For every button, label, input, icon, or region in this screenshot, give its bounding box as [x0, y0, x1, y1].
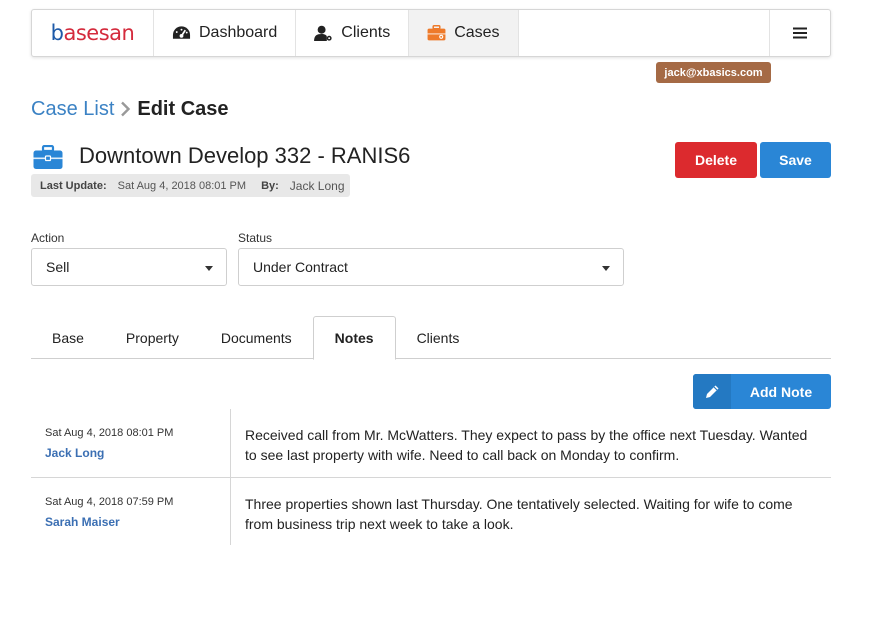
- status-label: Status: [238, 231, 273, 245]
- note-author-link[interactable]: Sarah Maiser: [45, 515, 230, 529]
- tab-clients[interactable]: Clients: [396, 316, 481, 359]
- nav-item-dashboard[interactable]: Dashboard: [153, 10, 295, 56]
- menu-button[interactable]: [769, 10, 830, 56]
- notes-list: Sat Aug 4, 2018 08:01 PM Jack Long Recei…: [31, 409, 831, 545]
- note-text: Received call from Mr. McWatters. They e…: [245, 427, 808, 463]
- chevron-right-icon: [121, 101, 131, 117]
- note-date: Sat Aug 4, 2018 08:01 PM: [45, 427, 174, 439]
- save-button[interactable]: Save: [760, 142, 831, 178]
- breadcrumb-current: Edit Case: [137, 97, 229, 120]
- case-title: Downtown Develop 332 - RANIS6: [79, 143, 411, 168]
- dashboard-gauge-icon: [172, 26, 191, 39]
- breadcrumb: Case List Edit Case: [31, 96, 229, 122]
- basesan-logo[interactable]: b asesan: [32, 10, 153, 56]
- pencil-icon: [705, 385, 718, 398]
- caret-down-icon: [602, 266, 610, 271]
- nav-label-clients: Clients: [341, 24, 391, 41]
- case-tabs: Base Property Documents Notes Clients: [31, 316, 831, 360]
- status-select-value: Under Contract: [253, 259, 348, 275]
- nav-label-dashboard: Dashboard: [199, 24, 278, 41]
- tab-base[interactable]: Base: [31, 316, 105, 359]
- last-update-value: Sat Aug 4, 2018 08:01 PM: [117, 179, 247, 192]
- action-select[interactable]: Sell: [31, 248, 227, 286]
- user-email-badge[interactable]: jack@xbasics.com: [656, 62, 771, 83]
- note-item[interactable]: Sat Aug 4, 2018 07:59 PM Sarah Maiser Th…: [31, 477, 831, 545]
- note-author-link[interactable]: Jack Long: [45, 446, 230, 460]
- tab-notes[interactable]: Notes: [312, 316, 396, 360]
- note-date: Sat Aug 4, 2018 07:59 PM: [45, 496, 174, 508]
- action-label: Action: [31, 231, 65, 245]
- last-update-bar: Last Update: Sat Aug 4, 2018 08:01 PM By…: [31, 174, 350, 197]
- action-select-value: Sell: [46, 259, 70, 275]
- last-update-label: Last Update:: [40, 179, 107, 192]
- updated-by-label: By:: [261, 179, 279, 192]
- note-item[interactable]: Sat Aug 4, 2018 08:01 PM Jack Long Recei…: [31, 409, 831, 477]
- updated-by-value: Jack Long: [289, 178, 345, 193]
- tab-property[interactable]: Property: [105, 316, 200, 359]
- delete-button[interactable]: Delete: [675, 142, 757, 178]
- briefcase-icon: [427, 25, 446, 41]
- tab-documents[interactable]: Documents: [200, 316, 313, 359]
- nav-label-cases: Cases: [454, 24, 500, 41]
- status-select[interactable]: Under Contract: [238, 248, 624, 286]
- user-gear-icon: [314, 25, 332, 41]
- nav-item-cases[interactable]: Cases: [408, 10, 519, 56]
- hamburger-menu-icon: [793, 27, 807, 39]
- top-navbar: b asesan Dashboard Clients Cases: [31, 9, 831, 57]
- note-text: Three properties shown last Thursday. On…: [245, 496, 793, 532]
- caret-down-icon: [205, 266, 213, 271]
- add-note-label: Add Note: [749, 383, 813, 400]
- breadcrumb-case-list-link[interactable]: Case List: [31, 98, 114, 121]
- case-briefcase-icon: [33, 145, 63, 169]
- add-note-button[interactable]: Add Note: [693, 374, 831, 409]
- nav-item-clients[interactable]: Clients: [295, 10, 408, 56]
